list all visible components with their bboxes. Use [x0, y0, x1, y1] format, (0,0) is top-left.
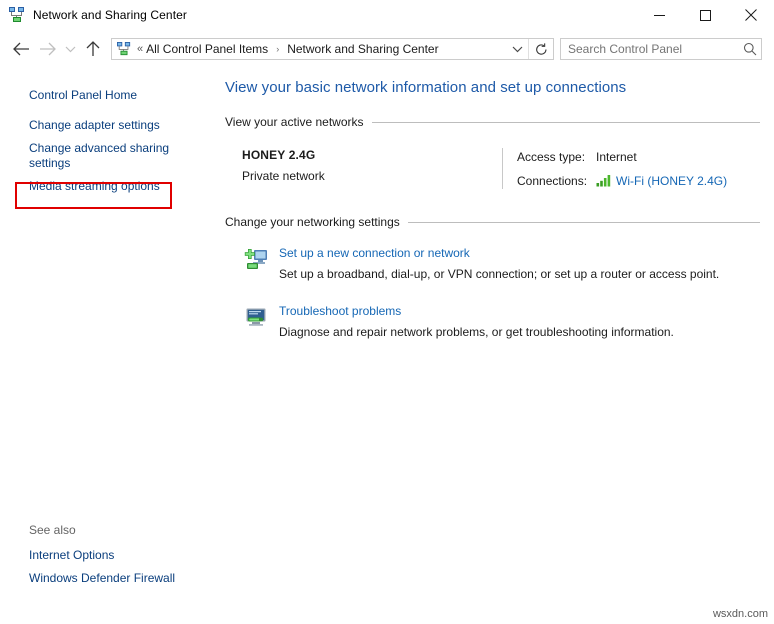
- breadcrumb[interactable]: « All Control Panel Items › Network and …: [111, 38, 554, 60]
- active-networks-heading-rule: [371, 121, 760, 123]
- connections-row: Connections: Wi-Fi (HONEY 2.4G): [517, 172, 774, 189]
- window-controls: [636, 0, 774, 30]
- change-settings-heading: Change your networking settings: [222, 215, 774, 229]
- breadcrumb-item-network-and-sharing-center[interactable]: Network and Sharing Center: [285, 42, 440, 56]
- refresh-button[interactable]: [529, 38, 553, 60]
- sidebar-item-change-adapter-settings[interactable]: Change adapter settings: [0, 114, 209, 137]
- active-network-name: HONEY 2.4G: [242, 148, 316, 162]
- task-body: Troubleshoot problems Diagnose and repai…: [279, 304, 774, 339]
- active-network-divider: [502, 148, 503, 189]
- sidebar-item-change-advanced-sharing-settings[interactable]: Change advanced sharing settings: [0, 137, 209, 175]
- sidebar-item-control-panel-home[interactable]: Control Panel Home: [0, 84, 209, 107]
- breadcrumb-separator-icon: ›: [276, 44, 280, 54]
- troubleshoot-icon: [244, 305, 270, 331]
- search-box[interactable]: [560, 38, 762, 60]
- window-title: Network and Sharing Center: [33, 8, 188, 22]
- active-network-profile-type: Private network: [242, 169, 325, 183]
- minimize-button[interactable]: [636, 0, 682, 30]
- active-network-details: Access type: Internet Connections: Wi-Fi…: [517, 148, 774, 189]
- forward-button[interactable]: [34, 36, 60, 62]
- active-networks-heading-label: View your active networks: [225, 115, 364, 129]
- new-connection-icon: [244, 247, 270, 273]
- task-description-troubleshoot-problems: Diagnose and repair network problems, or…: [279, 325, 674, 339]
- access-type-value: Internet: [596, 149, 637, 164]
- task-link-set-up-new-connection[interactable]: Set up a new connection or network: [279, 246, 774, 260]
- breadcrumb-dropdown-chevron-down-icon[interactable]: [506, 39, 528, 59]
- sidebar-item-windows-defender-firewall[interactable]: Windows Defender Firewall: [0, 567, 209, 590]
- search-icon[interactable]: [739, 42, 761, 56]
- breadcrumb-item-all-control-panel-items[interactable]: All Control Panel Items: [144, 42, 270, 56]
- recent-locations-button[interactable]: [60, 36, 80, 62]
- page-title: View your basic network information and …: [225, 79, 627, 96]
- see-also-section: See also Internet Options Windows Defend…: [0, 523, 222, 590]
- content-area: Control Panel Home Change adapter settin…: [0, 68, 774, 624]
- active-networks-heading: View your active networks: [222, 115, 774, 129]
- task-body: Set up a new connection or network Set u…: [279, 246, 774, 281]
- sidebar-item-internet-options[interactable]: Internet Options: [0, 544, 209, 567]
- connections-label: Connections:: [517, 173, 588, 188]
- sidebar-item-media-streaming-options[interactable]: Media streaming options: [0, 175, 209, 198]
- connections-value-link[interactable]: Wi-Fi (HONEY 2.4G): [616, 174, 727, 188]
- main-panel: View your basic network information and …: [222, 68, 774, 624]
- close-button[interactable]: [728, 0, 774, 30]
- maximize-button[interactable]: [682, 0, 728, 30]
- access-type-label: Access type:: [517, 149, 586, 164]
- task-set-up-new-connection[interactable]: Set up a new connection or network Set u…: [222, 246, 774, 281]
- breadcrumb-network-icon: [117, 42, 131, 56]
- network-sharing-icon: [9, 7, 25, 23]
- sidebar: Control Panel Home Change adapter settin…: [0, 68, 222, 624]
- up-button[interactable]: [80, 36, 106, 62]
- see-also-label: See also: [29, 523, 76, 537]
- active-network-identity: HONEY 2.4G Private network: [242, 148, 502, 189]
- change-settings-heading-rule: [407, 221, 760, 223]
- window-titlebar: Network and Sharing Center: [0, 0, 774, 30]
- navigation-bar: « All Control Panel Items › Network and …: [0, 30, 774, 68]
- active-network-entry: HONEY 2.4G Private network Access type: …: [222, 148, 774, 189]
- watermark: wsxdn.com: [712, 608, 768, 620]
- back-button[interactable]: [8, 36, 34, 62]
- wifi-signal-icon: [596, 174, 612, 187]
- task-troubleshoot-problems[interactable]: Troubleshoot problems Diagnose and repai…: [222, 304, 774, 339]
- task-description-set-up-new-connection: Set up a broadband, dial-up, or VPN conn…: [279, 267, 720, 281]
- task-link-troubleshoot-problems[interactable]: Troubleshoot problems: [279, 304, 774, 318]
- access-type-row: Access type: Internet: [517, 148, 774, 165]
- breadcrumb-overflow-chevron[interactable]: «: [136, 43, 144, 55]
- change-settings-heading-label: Change your networking settings: [225, 215, 400, 229]
- search-input[interactable]: [561, 41, 739, 57]
